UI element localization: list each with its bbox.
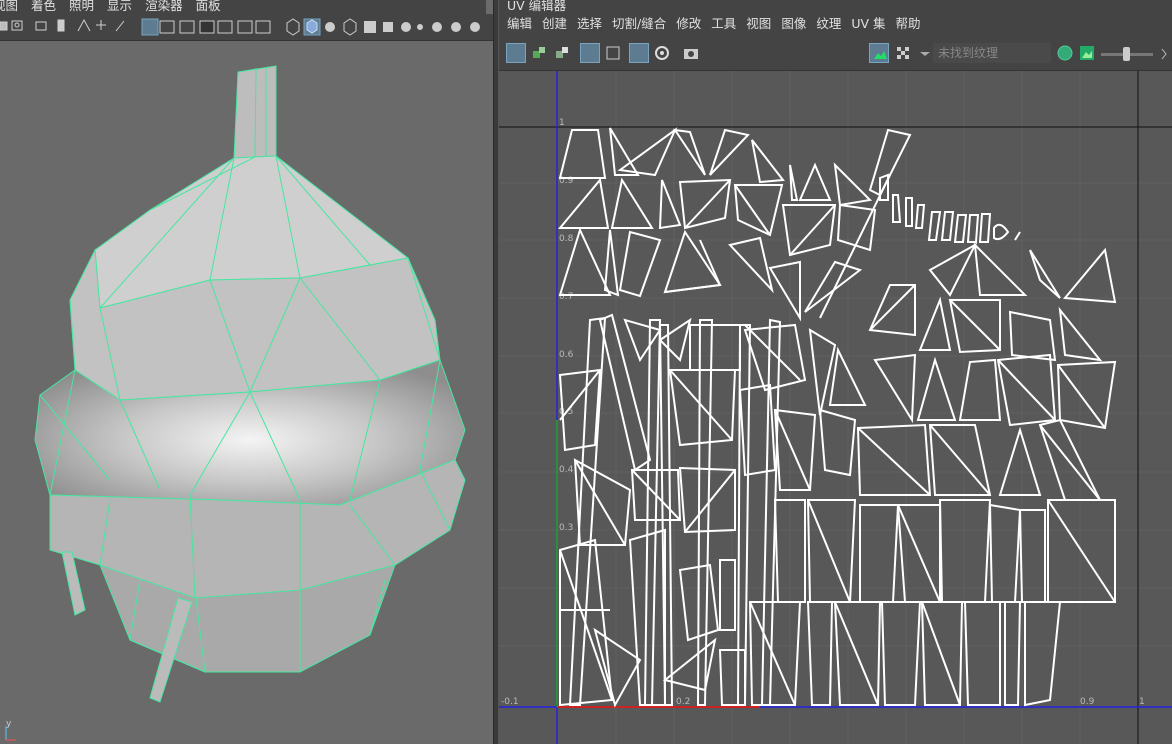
shadow-icon [401, 22, 411, 32]
uv-texture-dropdown-icon[interactable] [915, 43, 935, 63]
lighting-icon [383, 22, 393, 32]
camera-icons [0, 18, 125, 32]
camera-attr-icon [11, 20, 23, 31]
texture-selector-field[interactable]: 未找到纹理 [933, 43, 1051, 63]
v-label-0.6: 0.6 [559, 350, 574, 360]
bookmark-icon [35, 21, 47, 31]
menu-lighting[interactable]: 照明 [69, 0, 94, 12]
3d-viewport[interactable]: y [0, 41, 493, 744]
uv-menu-cut-sew[interactable]: 切割/缝合 [612, 12, 666, 35]
uv-image-range-icon[interactable] [1077, 43, 1097, 63]
pen-icon [115, 20, 125, 32]
wireframe-icon [286, 18, 300, 36]
menu-shading[interactable]: 着色 [31, 0, 56, 12]
resolution-gate-icon [179, 20, 195, 34]
default-material-icon [325, 22, 335, 32]
exposure-slider-handle[interactable] [1123, 47, 1130, 61]
menu-renderer[interactable]: 渲染器 [145, 0, 183, 12]
xray-icon [343, 18, 357, 36]
image-plane-icon [57, 19, 65, 32]
uv-image-display-icon[interactable] [869, 43, 889, 63]
svg-text:y: y [6, 719, 12, 729]
grid-icon [77, 18, 91, 32]
uv-shells [557, 126, 1117, 708]
uv-menu-tools[interactable]: 工具 [711, 12, 736, 35]
uv-editor-titlebar: UV 编辑器 [499, 0, 1172, 13]
v-label-0.8: 0.8 [559, 234, 574, 244]
uv-distortion-icon[interactable] [552, 43, 572, 63]
rgb-channel-icon[interactable] [1055, 43, 1075, 63]
viewport-toolbar [0, 14, 493, 41]
uv-menu-help[interactable]: 帮助 [896, 12, 921, 35]
safe-title-icon [255, 20, 271, 34]
film-gate-icon [159, 20, 175, 34]
uv-grid-toggle-icon[interactable] [580, 43, 600, 63]
uv-menu-select[interactable]: 选择 [577, 12, 602, 35]
u-label-1: 1 [1139, 697, 1145, 707]
viewport-menubar: 视图 着色 照明 显示 渲染器 面板 [0, 0, 486, 14]
v-label-0.3: 0.3 [559, 523, 573, 533]
menu-panels[interactable]: 面板 [196, 0, 221, 12]
motion-blur-icon [432, 22, 442, 32]
grid-toggle-icon [141, 18, 159, 36]
uv-menu-uvset[interactable]: UV 集 [851, 12, 885, 35]
uv-checker-icon[interactable] [893, 43, 913, 63]
uv-menu-textures[interactable]: 纹理 [816, 12, 841, 35]
uv-snap-icon[interactable] [603, 43, 623, 63]
uv-menu-modify[interactable]: 修改 [676, 12, 701, 35]
uv-border-icon[interactable] [529, 43, 549, 63]
toolbar-overflow-icon[interactable] [1160, 48, 1168, 63]
field-chart-icon [217, 20, 233, 34]
mesh-twig-left [61, 551, 86, 616]
menu-show[interactable]: 显示 [107, 0, 132, 12]
u-label-neg0.1: -0.1 [501, 697, 519, 707]
v-label-1: 1 [559, 118, 565, 128]
u-label-0.2: 0.2 [676, 697, 690, 707]
uv-menu-create[interactable]: 创建 [542, 12, 567, 35]
viewport-panel: 视图 着色 照明 显示 渲染器 面板 [0, 0, 493, 744]
pinecone-mesh [34, 65, 466, 703]
textured-icon [364, 21, 376, 33]
move-icon [96, 20, 106, 30]
v-label-0.4: 0.4 [559, 465, 574, 475]
uv-texture-view[interactable]: 1 0.9 0.8 0.7 0.6 0.5 0.4 0.3 -0.1 0.2 0… [499, 71, 1172, 744]
uv-editor-panel: UV 编辑器 编辑 创建 选择 切割/缝合 修改 工具 视图 图像 纹理 UV 集帮助 [499, 0, 1172, 744]
uv-menu-edit[interactable]: 编辑 [507, 12, 532, 35]
uv-menu-view[interactable]: 视图 [746, 12, 771, 35]
u-label-0.9: 0.9 [1080, 697, 1095, 707]
uv-toolbar: 未找到纹理 [499, 38, 1172, 71]
safe-action-icon [237, 20, 253, 34]
camera-select-icon [0, 21, 8, 31]
uv-menubar: 编辑 创建 选择 切割/缝合 修改 工具 视图 图像 纹理 UV 集帮助 [499, 12, 1172, 38]
dof-icon [470, 22, 480, 32]
menu-view[interactable]: 视图 [0, 0, 18, 12]
uv-menu-image[interactable]: 图像 [781, 12, 806, 35]
axis-gizmo: y [5, 719, 16, 741]
uv-checker-display-icon[interactable] [629, 43, 649, 63]
aa-icon [451, 22, 461, 32]
uv-snapshot-camera-icon[interactable] [681, 43, 701, 63]
uv-pixel-snap-icon[interactable] [652, 43, 672, 63]
ao-icon [417, 24, 423, 30]
gate-mask-icon [199, 20, 215, 34]
uv-shell-select-icon[interactable] [506, 43, 526, 63]
